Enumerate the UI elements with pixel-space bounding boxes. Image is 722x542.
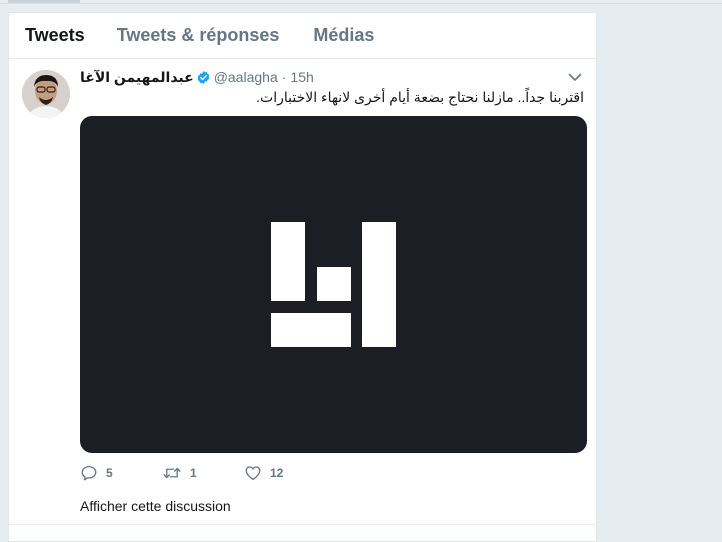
chevron-down-icon[interactable] <box>568 72 582 82</box>
retweet-count: 1 <box>190 466 197 480</box>
tab-media[interactable]: Médias <box>313 25 374 46</box>
tab-tweets[interactable]: Tweets <box>25 25 85 46</box>
tweet-actions: 5 1 12 <box>80 463 283 483</box>
top-accent <box>8 0 80 3</box>
tweet-text: اقتربنا جداً.. مازلنا نحتاج بضعة أيام أخ… <box>256 89 584 105</box>
tab-tweets-and-replies[interactable]: Tweets & réponses <box>117 25 280 46</box>
top-divider <box>0 0 722 4</box>
reply-icon <box>81 465 97 481</box>
verified-badge-icon <box>197 70 210 84</box>
profile-tabs: Tweets Tweets & réponses Médias <box>9 13 596 59</box>
retweet-icon <box>163 467 181 479</box>
show-thread-link[interactable]: Afficher cette discussion <box>80 498 231 514</box>
reply-count: 5 <box>106 466 113 480</box>
tweet-divider <box>9 524 596 525</box>
like-button[interactable]: 12 <box>244 464 283 482</box>
avatar[interactable] <box>22 70 70 118</box>
heart-icon <box>245 466 261 481</box>
avatar-image <box>22 70 70 118</box>
logo-icon <box>271 222 396 347</box>
reply-button[interactable]: 5 <box>80 464 162 482</box>
timestamp[interactable]: 15h <box>290 69 313 85</box>
tweet-media[interactable] <box>80 116 587 453</box>
timeline-card: Tweets Tweets & réponses Médias عبدالمهي… <box>8 12 597 542</box>
handle[interactable]: @aalagha <box>214 69 278 85</box>
retweet-button[interactable]: 1 <box>162 464 244 482</box>
like-count: 12 <box>270 466 284 480</box>
tweet[interactable]: عبدالمهيمن الآغا @aalagha · 15h اقتربنا … <box>9 60 596 530</box>
tweet-header: عبدالمهيمن الآغا @aalagha · 15h <box>80 68 314 86</box>
separator-dot: · <box>281 69 287 85</box>
display-name[interactable]: عبدالمهيمن الآغا <box>80 69 194 86</box>
